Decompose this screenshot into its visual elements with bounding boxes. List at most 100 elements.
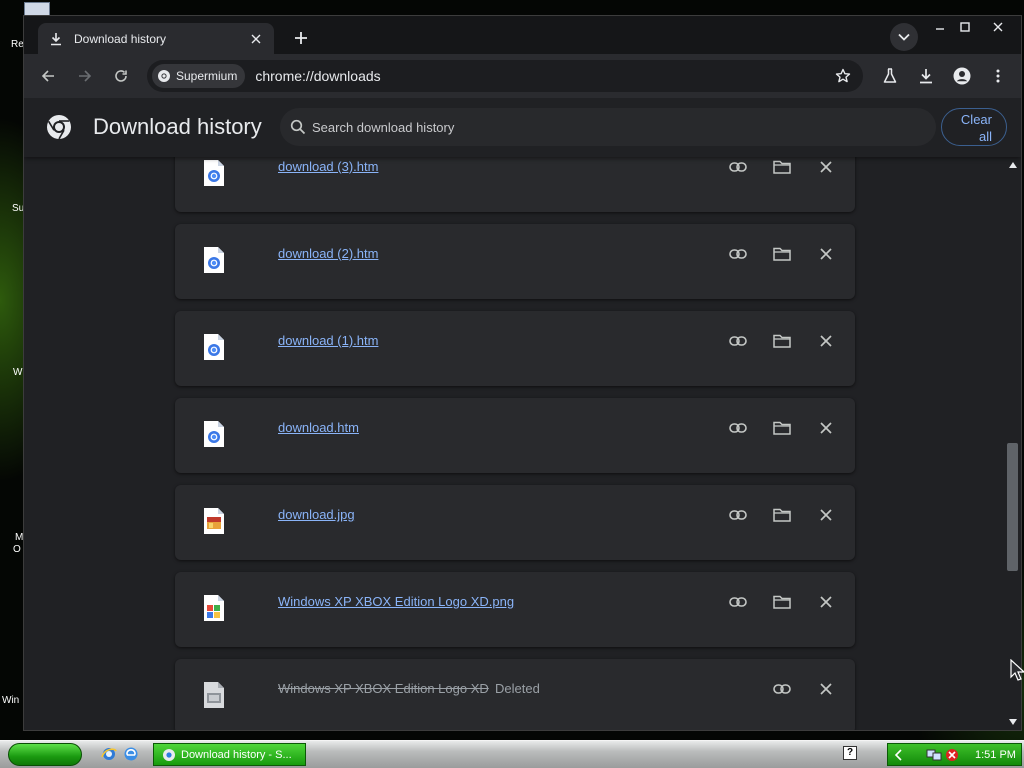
page-title: Download history xyxy=(93,114,262,139)
bookmark-star-icon[interactable] xyxy=(829,62,857,90)
file-name-link[interactable]: download.htm xyxy=(278,420,359,435)
desktop-icon-label[interactable]: W xyxy=(13,367,22,378)
copy-link-icon[interactable] xyxy=(724,240,752,268)
folder-icon[interactable] xyxy=(768,153,796,181)
download-icon xyxy=(48,31,64,47)
browser-window: Download history Supermium chrome://down… xyxy=(23,15,1022,731)
copy-link-icon[interactable] xyxy=(724,153,752,181)
folder-icon[interactable] xyxy=(768,501,796,529)
start-button[interactable] xyxy=(8,743,82,766)
chevron-left-icon[interactable] xyxy=(894,748,904,761)
tab-title: Download history xyxy=(74,31,167,46)
arrow-right-icon xyxy=(79,70,92,82)
copy-link-icon[interactable] xyxy=(724,501,752,529)
desktop-icon-label[interactable]: O xyxy=(13,544,21,555)
taskbar-window-label: Download history - S... xyxy=(181,748,292,761)
file-name-link[interactable]: download (3).htm xyxy=(278,159,378,174)
scrollbar-thumb[interactable] xyxy=(1007,443,1018,571)
taskbar-window-button[interactable]: Download history - S... xyxy=(153,743,306,766)
mouse-cursor-icon xyxy=(1010,659,1024,681)
close-icon[interactable] xyxy=(248,31,264,47)
site-chip-label: Supermium xyxy=(176,69,238,83)
browser-logo-icon xyxy=(47,115,71,140)
back-button[interactable] xyxy=(34,62,62,90)
clock[interactable]: 1:51 PM xyxy=(975,749,1016,761)
htm-file-icon xyxy=(204,421,224,447)
reload-button[interactable] xyxy=(107,62,135,90)
file-name-link[interactable]: download (2).htm xyxy=(278,246,378,261)
network-icon[interactable] xyxy=(926,748,942,762)
file-name-link[interactable]: download (1).htm xyxy=(278,333,378,348)
search-icon xyxy=(290,119,306,135)
file-name-deleted: Windows XP XBOX Edition Logo XD xyxy=(278,681,489,696)
scroll-up-icon[interactable] xyxy=(1008,160,1018,170)
flask-icon xyxy=(883,68,897,83)
downloads-header: Download history Clear all xyxy=(24,98,1021,157)
edge-icon[interactable] xyxy=(122,745,140,763)
file-name-link[interactable]: download.jpg xyxy=(278,507,355,522)
more-vert-icon xyxy=(996,69,1000,83)
chevron-down-icon xyxy=(898,33,910,41)
file-name-link[interactable]: Windows XP XBOX Edition Logo XD.png xyxy=(278,594,514,609)
clear-all-label: Clear xyxy=(960,112,992,127)
close-icon[interactable] xyxy=(812,675,840,703)
site-info-chip[interactable]: Supermium xyxy=(152,64,246,88)
profile-button[interactable] xyxy=(948,62,976,90)
supermium-icon xyxy=(157,69,171,83)
search-field[interactable] xyxy=(280,108,936,146)
close-icon[interactable] xyxy=(812,240,840,268)
forward-button[interactable] xyxy=(71,62,99,90)
copy-link-icon[interactable] xyxy=(768,675,796,703)
desktop-icon[interactable] xyxy=(24,2,50,16)
search-input[interactable] xyxy=(312,119,872,135)
supermium-icon xyxy=(163,748,175,761)
new-tab-button[interactable] xyxy=(289,26,313,50)
maximize-button[interactable] xyxy=(951,16,979,38)
close-icon[interactable] xyxy=(812,414,840,442)
folder-icon[interactable] xyxy=(768,240,796,268)
desktop-icon-label[interactable]: Win xyxy=(2,695,19,706)
copy-link-icon[interactable] xyxy=(724,327,752,355)
downloads-list: download (3).htm download (2).htm downlo… xyxy=(175,98,855,730)
folder-icon[interactable] xyxy=(768,327,796,355)
download-item: Windows XP XBOX Edition Logo XD.png xyxy=(175,572,855,647)
close-icon[interactable] xyxy=(812,501,840,529)
desktop-icon-label[interactable]: Re xyxy=(11,39,24,50)
download-item: download.jpg xyxy=(175,485,855,560)
close-window-button[interactable] xyxy=(984,16,1012,38)
close-icon[interactable] xyxy=(812,327,840,355)
tab-search-button[interactable] xyxy=(890,23,918,51)
menu-button[interactable] xyxy=(984,62,1012,90)
copy-link-icon[interactable] xyxy=(724,414,752,442)
htm-file-icon xyxy=(204,160,224,186)
toolbar: Supermium chrome://downloads xyxy=(24,54,1021,98)
minimize-button[interactable] xyxy=(926,16,954,38)
clear-all-label: all xyxy=(978,129,992,144)
close-icon[interactable] xyxy=(812,153,840,181)
internet-explorer-icon[interactable] xyxy=(100,745,118,763)
download-icon xyxy=(920,69,932,84)
download-item: download (1).htm xyxy=(175,311,855,386)
downloads-button[interactable] xyxy=(912,62,940,90)
scroll-down-icon[interactable] xyxy=(1008,717,1018,727)
htm-file-icon xyxy=(204,334,224,360)
folder-icon[interactable] xyxy=(768,414,796,442)
security-warning-icon[interactable] xyxy=(945,748,959,762)
taskbar: Download history - S... ? 1:51 PM xyxy=(0,740,1024,768)
address-bar[interactable]: Supermium chrome://downloads xyxy=(147,60,863,92)
tab-download-history[interactable]: Download history xyxy=(38,23,274,54)
downloads-page: Download history Clear all download (3).… xyxy=(24,98,1021,730)
close-icon[interactable] xyxy=(812,588,840,616)
folder-icon[interactable] xyxy=(768,588,796,616)
arrow-left-icon xyxy=(41,70,54,82)
scrollbar[interactable] xyxy=(1004,157,1021,730)
help-icon[interactable]: ? xyxy=(843,746,857,760)
htm-file-icon xyxy=(204,247,224,273)
reload-icon xyxy=(115,70,127,82)
generic-file-icon xyxy=(204,682,224,708)
labs-button[interactable] xyxy=(876,62,904,90)
clear-all-button[interactable]: Clear all xyxy=(941,108,1007,146)
status-label: Deleted xyxy=(495,681,540,696)
copy-link-icon[interactable] xyxy=(724,588,752,616)
url-text[interactable]: chrome://downloads xyxy=(255,68,829,84)
